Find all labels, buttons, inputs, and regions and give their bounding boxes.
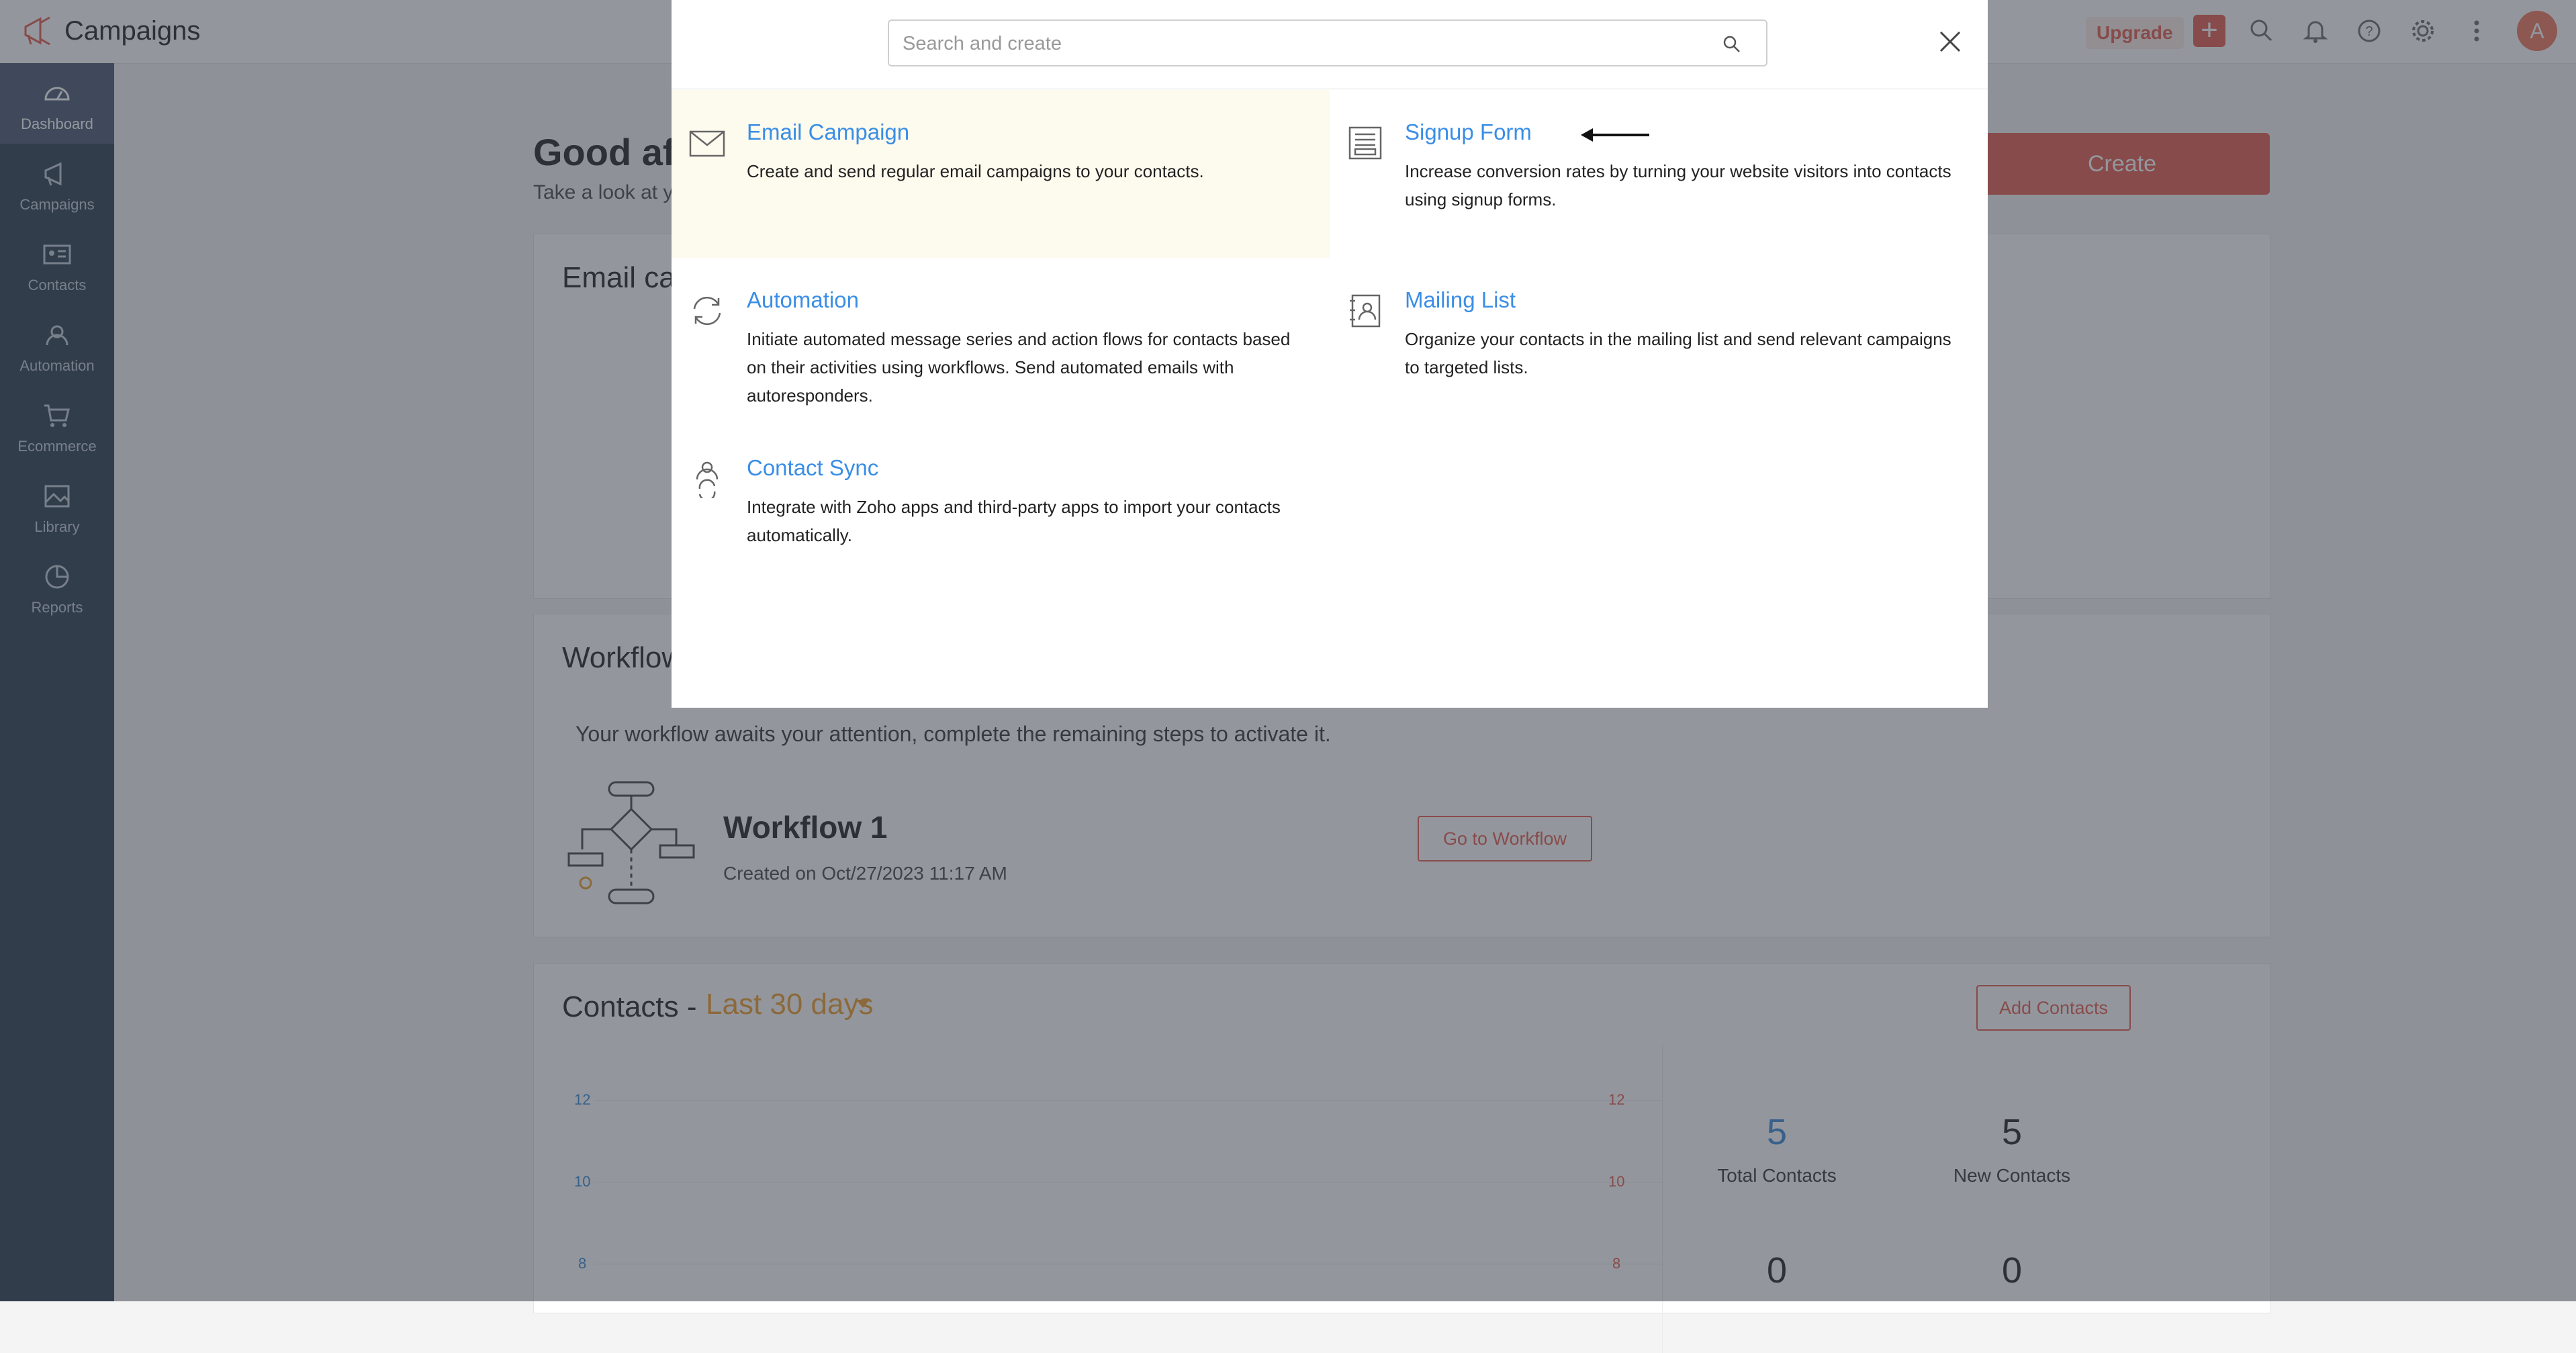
option-description: Organize your contacts in the mailing li… [1405, 329, 1951, 377]
option-title[interactable]: Email Campaign [747, 120, 909, 145]
option-description: Integrate with Zoho apps and third-party… [747, 497, 1281, 545]
close-icon[interactable] [1937, 28, 1964, 55]
search-icon[interactable] [1722, 34, 1742, 54]
option-description: Increase conversion rates by turning you… [1405, 161, 1951, 209]
option-email-campaign[interactable]: Email Campaign Create and send regular e… [672, 90, 1330, 258]
option-description: Create and send regular email campaigns … [747, 161, 1204, 181]
search-field[interactable] [888, 19, 1767, 66]
contact-list-icon [1350, 294, 1381, 328]
sync-icon [693, 296, 721, 326]
option-description: Initiate automated message series and ac… [747, 329, 1291, 406]
contact-sync-icon [696, 461, 719, 498]
option-mailing-list[interactable]: Mailing List Organize your contacts in t… [1330, 258, 1988, 426]
modal-header [672, 0, 1988, 89]
option-contact-sync[interactable]: Contact Sync Integrate with Zoho apps an… [672, 426, 1330, 594]
search-input[interactable] [901, 28, 1723, 60]
option-signup-form[interactable]: Signup Form Increase conversion rates by… [1330, 90, 1988, 258]
option-title[interactable]: Mailing List [1405, 287, 1516, 313]
option-title[interactable]: Signup Form [1405, 120, 1532, 145]
option-title[interactable]: Contact Sync [747, 455, 878, 481]
option-automation[interactable]: Automation Initiate automated message se… [672, 258, 1330, 426]
create-modal: Email Campaign Create and send regular e… [672, 0, 1988, 708]
form-icon [1348, 126, 1382, 160]
envelope-icon [689, 130, 725, 157]
option-title[interactable]: Automation [747, 287, 859, 313]
